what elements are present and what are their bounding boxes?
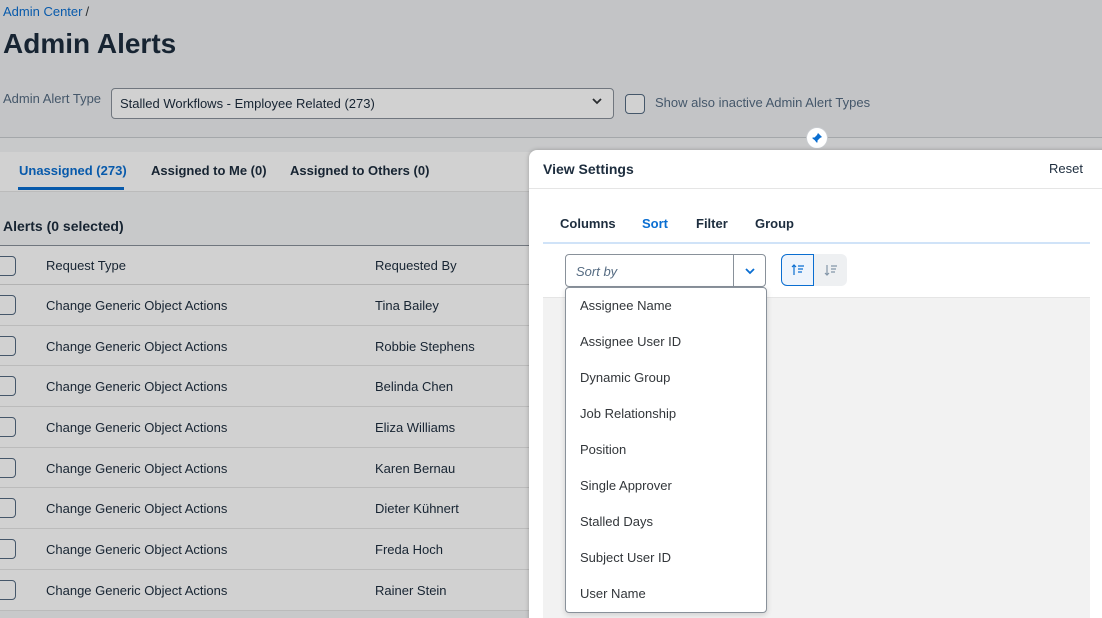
sort-option-assignee-user-id[interactable]: Assignee User ID (566, 324, 766, 360)
tab-sort[interactable]: Sort (642, 216, 668, 231)
sort-by-placeholder: Sort by (576, 264, 618, 279)
tab-filter[interactable]: Filter (696, 216, 728, 231)
sort-option-user-name[interactable]: User Name (566, 576, 766, 612)
sort-option-job-relationship[interactable]: Job Relationship (566, 396, 766, 432)
sort-by-select[interactable]: Sort by (565, 254, 766, 287)
reset-button[interactable]: Reset (1049, 161, 1083, 176)
sort-ascending-button[interactable] (781, 254, 814, 286)
sort-option-assignee-name[interactable]: Assignee Name (566, 288, 766, 324)
sort-option-stalled-days[interactable]: Stalled Days (566, 504, 766, 540)
sort-option-dynamic-group[interactable]: Dynamic Group (566, 360, 766, 396)
view-settings-tabs: Columns Sort Filter Group (543, 208, 1090, 244)
sort-ascending-icon (791, 264, 804, 275)
tab-group[interactable]: Group (755, 216, 794, 231)
sort-option-position[interactable]: Position (566, 432, 766, 468)
dialog-header: View Settings Reset (529, 150, 1102, 189)
sort-option-single-approver[interactable]: Single Approver (566, 468, 766, 504)
dialog-title: View Settings (543, 161, 634, 177)
sort-by-dropdown-button[interactable] (733, 255, 765, 286)
sort-descending-button[interactable] (814, 254, 847, 286)
tab-columns[interactable]: Columns (560, 216, 616, 231)
sort-descending-icon (824, 265, 837, 276)
sort-option-subject-user-id[interactable]: Subject User ID (566, 540, 766, 576)
chevron-down-icon (744, 267, 755, 274)
sort-by-dropdown-list: Assignee Name Assignee User ID Dynamic G… (565, 287, 767, 613)
pin-icon[interactable] (806, 127, 828, 149)
